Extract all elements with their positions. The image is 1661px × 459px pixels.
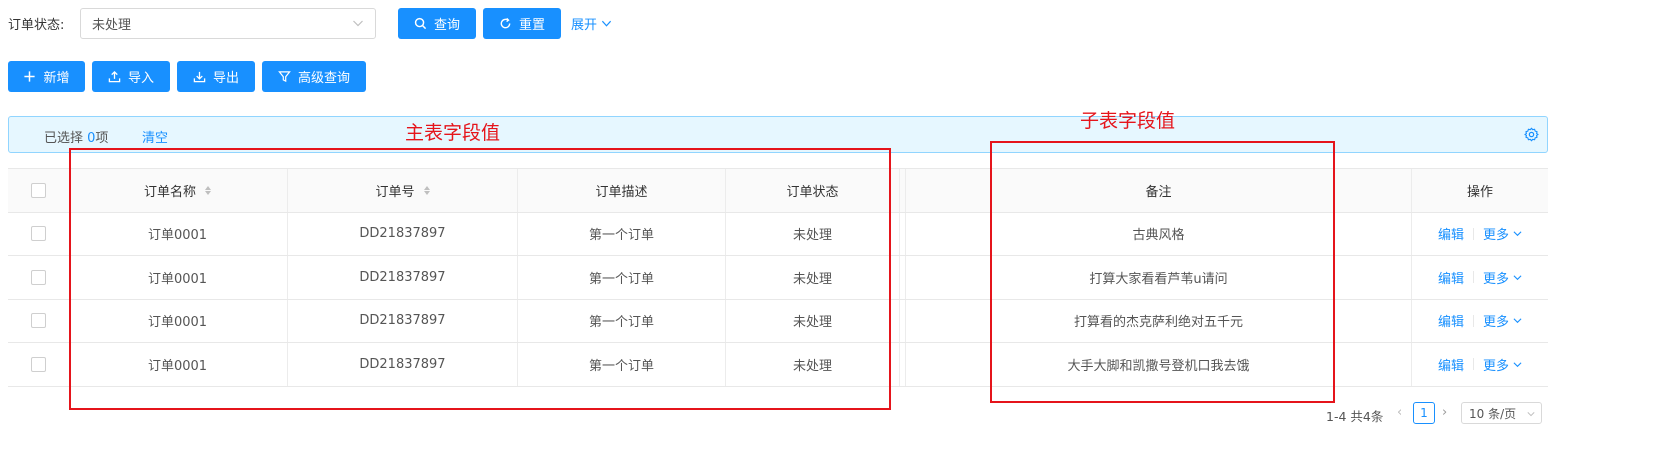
column-header-actions: 操作 [1412, 169, 1548, 212]
search-button[interactable]: 查询 [398, 8, 476, 39]
gear-icon[interactable] [1524, 127, 1539, 142]
action-divider [1473, 358, 1474, 371]
order-status-value: 未处理 [92, 18, 132, 33]
more-dropdown[interactable]: 更多 [1483, 311, 1522, 330]
order-status-select[interactable]: 未处理 [80, 8, 376, 39]
reset-button-label: 重置 [518, 18, 545, 33]
selection-suffix: 项 [95, 131, 109, 146]
search-icon [414, 17, 427, 30]
advanced-query-label: 高级查询 [297, 71, 350, 86]
reset-button[interactable]: 重置 [483, 8, 561, 39]
export-button[interactable]: 导出 [177, 61, 255, 92]
row-checkbox[interactable] [30, 269, 46, 285]
chevron-down-icon [601, 20, 612, 27]
filter-icon [278, 71, 291, 83]
export-button-label: 导出 [212, 71, 239, 86]
row-checkbox-cell [8, 300, 68, 343]
page-size-select[interactable]: 10 条/页 [1461, 402, 1542, 424]
chevron-down-icon [1513, 362, 1522, 367]
column-label: 操作 [1466, 184, 1493, 200]
main-table-fields-annotation: 主表字段值 [405, 122, 501, 144]
more-dropdown[interactable]: 更多 [1483, 224, 1522, 243]
actions-cell: 编辑 更多 [1412, 300, 1548, 343]
more-label: 更多 [1483, 315, 1510, 331]
edit-link[interactable]: 编辑 [1438, 268, 1464, 287]
advanced-query-button[interactable]: 高级查询 [262, 61, 366, 92]
row-checkbox[interactable] [30, 313, 46, 329]
page-size-value: 10 条/页 [1469, 406, 1517, 421]
import-button[interactable]: 导入 [92, 61, 170, 92]
chevron-down-icon [1513, 231, 1522, 237]
more-label: 更多 [1483, 271, 1510, 287]
action-divider [1473, 314, 1474, 327]
search-button-label: 查询 [433, 18, 460, 33]
expand-toggle[interactable]: 展开 [571, 14, 612, 33]
main-table-fields-highlight [69, 148, 891, 410]
order-status-label: 订单状态: [8, 18, 65, 33]
chevron-down-icon [1527, 412, 1535, 417]
add-button[interactable]: 新增 [8, 61, 85, 92]
actions-cell: 编辑 更多 [1412, 343, 1548, 386]
edit-link[interactable]: 编辑 [1438, 224, 1464, 243]
action-divider [1473, 271, 1474, 284]
selection-prefix: 已选择 [44, 131, 88, 146]
chevron-down-icon [353, 20, 363, 27]
sub-table-fields-highlight [990, 141, 1335, 403]
row-checkbox-cell [8, 256, 68, 299]
more-dropdown[interactable]: 更多 [1483, 268, 1522, 287]
download-icon [193, 71, 206, 83]
row-checkbox[interactable] [30, 226, 46, 242]
row-checkbox[interactable] [30, 356, 46, 372]
import-button-label: 导入 [127, 71, 154, 86]
more-label: 更多 [1483, 358, 1510, 374]
clear-selection-link[interactable]: 清空 [142, 127, 168, 146]
prev-page-icon[interactable]: ‹ [1397, 405, 1402, 420]
plus-icon [24, 71, 36, 82]
expand-label: 展开 [571, 18, 598, 33]
row-checkbox-cell [8, 213, 68, 256]
actions-cell: 编辑 更多 [1412, 213, 1548, 256]
edit-link[interactable]: 编辑 [1438, 311, 1464, 330]
sub-table-fields-annotation: 子表字段值 [1080, 110, 1176, 132]
select-all-checkbox[interactable] [30, 182, 46, 198]
chevron-down-icon [1513, 275, 1522, 280]
chevron-down-icon [1513, 318, 1522, 324]
upload-icon [108, 70, 121, 83]
header-checkbox-cell [8, 169, 68, 212]
action-divider [1473, 227, 1474, 240]
more-label: 更多 [1483, 228, 1510, 244]
actions-cell: 编辑 更多 [1412, 256, 1548, 299]
edit-link[interactable]: 编辑 [1438, 355, 1464, 374]
more-dropdown[interactable]: 更多 [1483, 355, 1522, 374]
pagination-total: 1-4 共4条 [1326, 409, 1384, 424]
selection-count-text: 已选择 0项 [44, 127, 108, 146]
reload-icon [500, 17, 511, 29]
row-checkbox-cell [8, 343, 68, 386]
add-button-label: 新增 [43, 71, 70, 86]
next-page-icon[interactable]: › [1442, 405, 1447, 420]
page-number-button[interactable]: 1 [1413, 402, 1435, 424]
